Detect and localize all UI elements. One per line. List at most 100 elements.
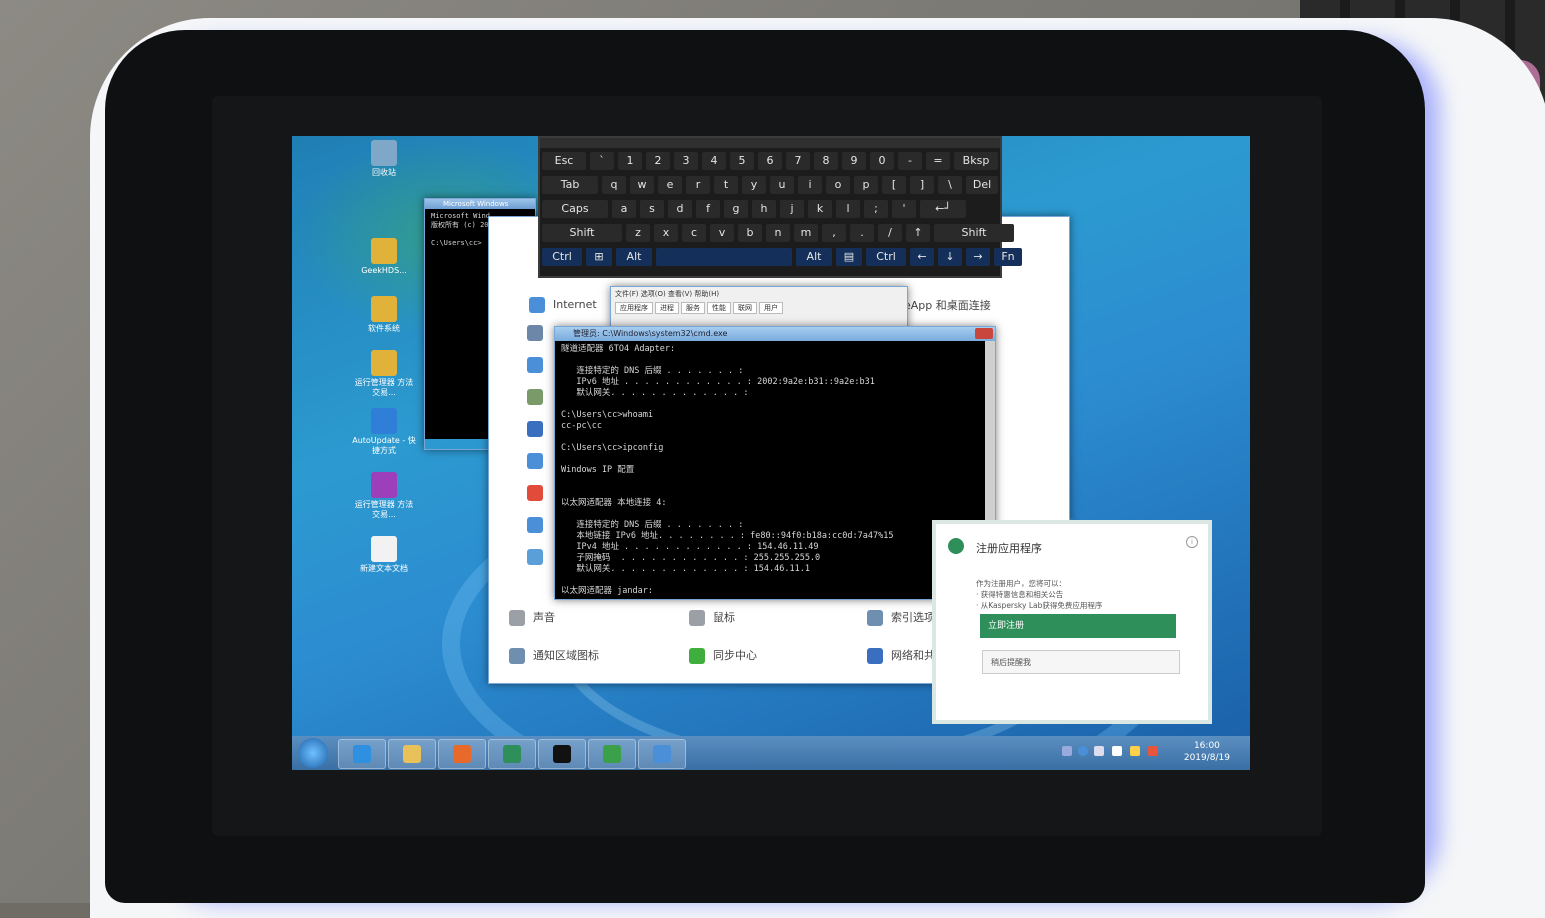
kaspersky-register-popup[interactable]: 注册应用程序 i 作为注册用户，您将可以： · 获得特惠信息和相关公告 · 从K… (932, 520, 1212, 724)
taskbar-clock[interactable]: 16:00 2019/8/19 (1184, 740, 1230, 764)
desktop-icon[interactable]: 运行管理器 方法交易... (352, 472, 416, 520)
keyboard-key[interactable]: 3 (674, 152, 698, 170)
cp-item-internet[interactable]: Internet (529, 297, 597, 313)
keyboard-key[interactable]: Shift (542, 224, 622, 242)
action-center-flag-icon[interactable] (1148, 746, 1158, 756)
keyboard-key[interactable]: Ctrl (542, 248, 582, 266)
desktop-icon[interactable]: 回收站 (352, 140, 416, 178)
keyboard-key[interactable]: h (752, 200, 776, 218)
cp-item-indexing[interactable]: 索引选项 (867, 609, 935, 626)
keyboard-key[interactable]: w (630, 176, 654, 194)
help-icon[interactable] (1078, 746, 1088, 756)
keyboard-key[interactable]: n (766, 224, 790, 242)
keyboard-key[interactable]: a (612, 200, 636, 218)
info-icon[interactable]: i (1186, 536, 1198, 548)
keyboard-tray-icon[interactable] (1062, 746, 1072, 756)
keyboard-key[interactable]: f (696, 200, 720, 218)
desktop-icon[interactable]: AutoUpdate - 快捷方式 (352, 408, 416, 456)
keyboard-key[interactable]: r (686, 176, 710, 194)
keyboard-key[interactable]: 8 (814, 152, 838, 170)
task-manager-tab[interactable]: 进程 (655, 302, 679, 314)
show-hidden-icons-icon[interactable] (1094, 746, 1104, 756)
cp-item-remoteapp[interactable]: eApp 和桌面连接 (904, 297, 991, 313)
taskbar-button[interactable] (438, 739, 486, 769)
keyboard-key[interactable]: o (826, 176, 850, 194)
keyboard-key[interactable]: ] (910, 176, 934, 194)
desktop-icon[interactable]: GeekHDS... (352, 238, 416, 276)
keyboard-key[interactable]: t (714, 176, 738, 194)
register-now-button[interactable]: 立即注册 (980, 614, 1176, 638)
keyboard-key[interactable]: 6 (758, 152, 782, 170)
keyboard-key[interactable]: Fn (994, 248, 1022, 266)
cp-category-icon[interactable] (527, 357, 543, 373)
taskbar-button[interactable] (638, 739, 686, 769)
on-screen-keyboard[interactable]: Esc ` 1 2 3 4 5 6 7 8 9 0- = Bksp Tab q w e r t y u i o p[] \ Del C… (538, 136, 1022, 278)
cp-item-sync-center[interactable]: 同步中心 (689, 647, 757, 664)
keyboard-key[interactable]: Bksp (954, 152, 998, 170)
keyboard-key[interactable]: q (602, 176, 626, 194)
keyboard-key[interactable]: d (668, 200, 692, 218)
keyboard-key[interactable]: Tab (542, 176, 598, 194)
keyboard-key[interactable]: = (926, 152, 950, 170)
taskbar-button[interactable] (538, 739, 586, 769)
keyboard-key[interactable]: ↑ (906, 224, 930, 242)
task-manager-tab[interactable]: 性能 (707, 302, 731, 314)
keyboard-key[interactable]: Alt (616, 248, 652, 266)
keyboard-key[interactable]: 4 (702, 152, 726, 170)
keyboard-key[interactable]: ↓ (938, 248, 962, 266)
task-manager-tab[interactable]: 应用程序 (615, 302, 653, 314)
taskbar-button[interactable] (588, 739, 636, 769)
desktop-icon[interactable]: 软件系统 (352, 296, 416, 334)
taskbar-button[interactable] (488, 739, 536, 769)
keyboard-key[interactable]: / (878, 224, 902, 242)
cp-category-icon[interactable] (527, 453, 543, 469)
task-manager-window[interactable]: 文件(F) 选项(O) 查看(V) 帮助(H) 应用程序 进程 服务 性能 联网 用户 (610, 286, 908, 328)
keyboard-key[interactable]: y (742, 176, 766, 194)
close-icon[interactable] (975, 328, 993, 339)
keyboard-key[interactable]: ←┘ (920, 200, 966, 218)
desktop-icon[interactable]: 运行管理器 方法交易... (352, 350, 416, 398)
keyboard-key[interactable]: e (658, 176, 682, 194)
desktop-icon[interactable]: 新建文本文档 (352, 536, 416, 574)
task-manager-tab[interactable]: 联网 (733, 302, 757, 314)
keyboard-key[interactable]: s (640, 200, 664, 218)
volume-icon[interactable] (1112, 746, 1122, 756)
keyboard-key[interactable]: 9 (842, 152, 866, 170)
keyboard-key[interactable]: g (724, 200, 748, 218)
network-tray-icon[interactable] (1130, 746, 1140, 756)
keyboard-key[interactable]: Shift (934, 224, 1014, 242)
keyboard-key[interactable]: . (850, 224, 874, 242)
keyboard-key[interactable]: , (822, 224, 846, 242)
keyboard-key[interactable]: b (738, 224, 762, 242)
start-button[interactable] (298, 738, 328, 768)
keyboard-key[interactable]: v (710, 224, 734, 242)
keyboard-key[interactable]: u (770, 176, 794, 194)
cmd-window[interactable]: 管理员: C:\Windows\system32\cmd.exe 隧道适配器 6… (554, 326, 996, 600)
cp-item-mouse[interactable]: 鼠标 (689, 609, 735, 626)
cp-category-icon[interactable] (527, 389, 543, 405)
keyboard-key[interactable]: [ (882, 176, 906, 194)
keyboard-key[interactable]: ▤ (836, 248, 862, 266)
keyboard-key[interactable] (656, 248, 792, 266)
task-manager-tab[interactable]: 服务 (681, 302, 705, 314)
cp-item-sound[interactable]: 声音 (509, 609, 555, 626)
keyboard-key[interactable]: ← (910, 248, 934, 266)
cp-category-icon[interactable] (527, 517, 543, 533)
keyboard-key[interactable]: → (966, 248, 990, 266)
keyboard-key[interactable]: i (798, 176, 822, 194)
keyboard-key[interactable]: m (794, 224, 818, 242)
keyboard-key[interactable]: Alt (796, 248, 832, 266)
keyboard-key[interactable]: l (836, 200, 860, 218)
keyboard-key[interactable]: 5 (730, 152, 754, 170)
keyboard-key[interactable]: ; (864, 200, 888, 218)
taskbar-button[interactable] (388, 739, 436, 769)
keyboard-key[interactable]: \ (938, 176, 962, 194)
keyboard-key[interactable]: 2 (646, 152, 670, 170)
keyboard-key[interactable]: Esc (542, 152, 586, 170)
keyboard-key[interactable]: 7 (786, 152, 810, 170)
keyboard-key[interactable]: ⊞ (586, 248, 612, 266)
cp-category-icon[interactable] (527, 485, 543, 501)
taskbar-button[interactable] (338, 739, 386, 769)
cp-category-icon[interactable] (527, 325, 543, 341)
cp-category-icon[interactable] (527, 421, 543, 437)
